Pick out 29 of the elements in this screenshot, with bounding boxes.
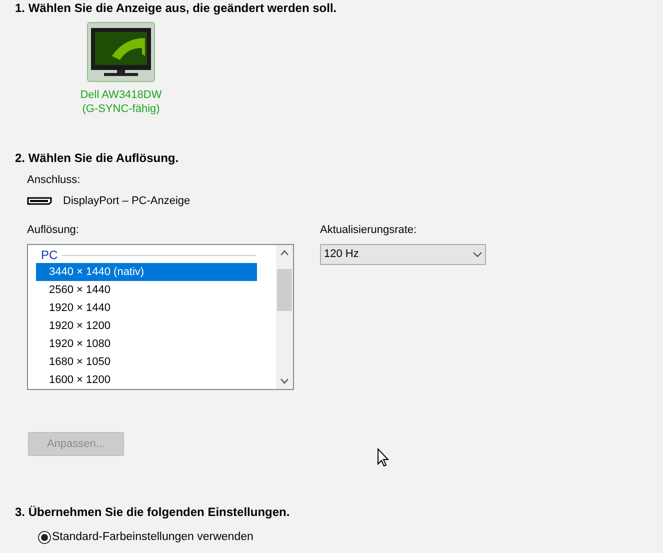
resolution-item[interactable]: 1920 × 1200 [36, 317, 257, 335]
scroll-up-icon[interactable] [280, 250, 289, 256]
scroll-down-icon[interactable] [280, 378, 289, 384]
scrollbar[interactable] [276, 245, 293, 389]
group-header: PC [40, 247, 58, 264]
resolution-item[interactable]: 1680 × 1050 [36, 353, 257, 371]
section-heading: 3. Übernehmen Sie die folgenden Einstellungen. [15, 505, 291, 519]
radio-button[interactable] [38, 530, 51, 544]
field-label: Aktualisierungsrate: [320, 223, 417, 237]
display-subtitle: (G-SYNC-fähig) [82, 102, 160, 116]
resolution-item[interactable]: 3440 × 1440 (nativ) [36, 263, 257, 281]
resolution-item[interactable]: 1920 × 1440 [36, 299, 257, 317]
connection-text: DisplayPort – PC-Anzeige [63, 194, 190, 208]
monitor-icon [90, 26, 152, 78]
field-label: Anschluss: [27, 173, 80, 187]
field-label: Auflösung: [27, 223, 79, 237]
display-name: Dell AW3418DW [80, 88, 162, 102]
section-heading: 2. Wählen Sie die Auflösung. [15, 151, 180, 165]
scrollbar-thumb[interactable] [277, 268, 292, 310]
port-icon [27, 197, 52, 205]
monitor-tile[interactable] [87, 22, 155, 82]
radio-label: Standard-Farbeinstellungen verwenden [52, 530, 254, 544]
resolution-item[interactable]: 1920 × 1080 [36, 335, 257, 353]
refresh-rate-dropdown[interactable]: 120 Hz [320, 244, 486, 265]
mouse-cursor-icon [377, 448, 389, 467]
resolution-item[interactable]: 1600 × 1200 [36, 371, 257, 389]
resolution-item[interactable]: 2560 × 1440 [36, 281, 257, 299]
chevron-down-icon [473, 252, 482, 257]
section-heading: 1. Wählen Sie die Anzeige aus, die geändert werden soll. [15, 1, 338, 15]
